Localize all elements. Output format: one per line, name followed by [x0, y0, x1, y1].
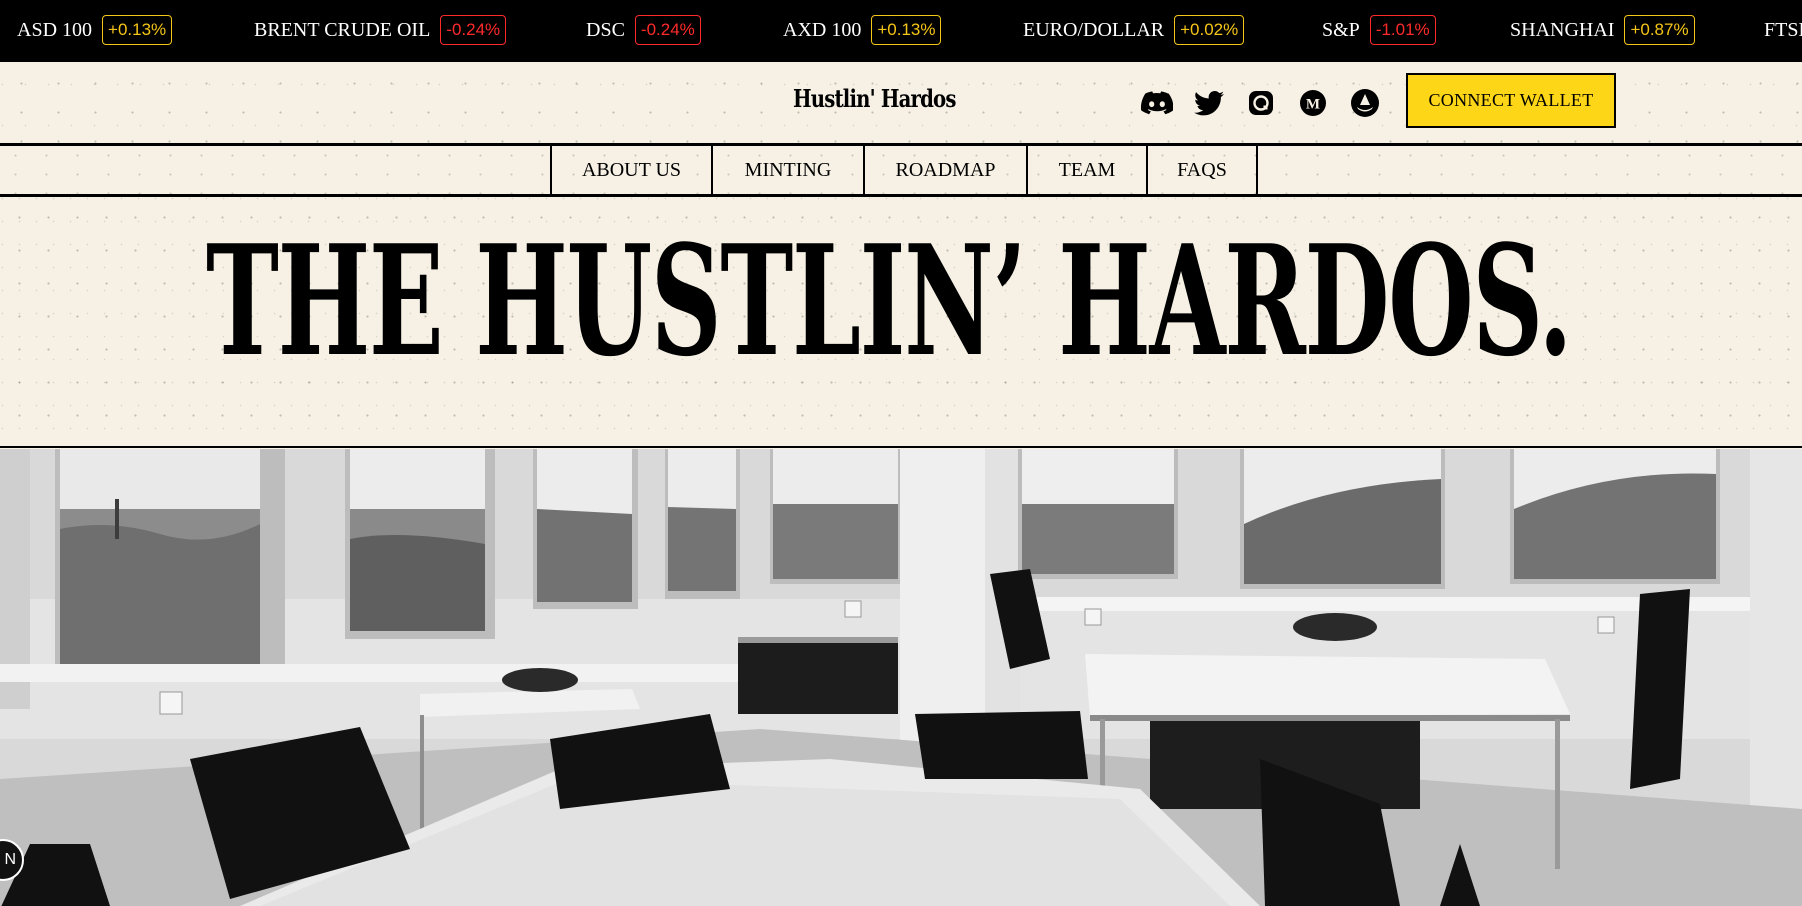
- ticker-change: +0.02%: [1174, 15, 1245, 45]
- nav-item-about-us[interactable]: ABOUT US: [550, 146, 711, 194]
- ticker-name: BRENT CRUDE OIL: [254, 18, 431, 41]
- ticker-change: +0.13%: [871, 15, 942, 45]
- nav-item-roadmap[interactable]: ROADMAP: [863, 146, 1026, 194]
- ticker-name: EURO/DOLLAR: [1023, 18, 1165, 41]
- ticker-item: EURO/DOLLAR +0.02%: [1023, 14, 1245, 46]
- hero-banner: THE HUSTLIN’ HARDOS.: [0, 197, 1802, 448]
- ticker-change: -0.24%: [440, 15, 507, 45]
- ticker-item: BRENT CRUDE OIL -0.24%: [254, 14, 507, 46]
- ticker-change: -0.24%: [634, 15, 701, 45]
- ticker-name: DSC: [586, 18, 625, 41]
- ticker-name: FTSE: [1764, 18, 1802, 41]
- brand-logo[interactable]: Hustlin' Hardos: [793, 84, 956, 113]
- ticker-item: DSC -0.24%: [586, 14, 701, 46]
- connect-wallet-button[interactable]: CONNECT WALLET: [1406, 73, 1616, 128]
- nav-item-team[interactable]: TEAM: [1026, 146, 1146, 194]
- nav-item-faqs[interactable]: FAQS: [1146, 146, 1258, 194]
- office-photo: [0, 449, 1802, 906]
- ticker-item: ASD 100 +0.13%: [17, 14, 173, 46]
- svg-text:M: M: [1306, 97, 1320, 113]
- ticker-change: +0.13%: [102, 15, 173, 45]
- ticker-name: SHANGHAI: [1510, 18, 1615, 41]
- ticker-change: +0.87%: [1624, 15, 1695, 45]
- ticker-item: SHANGHAI +0.87%: [1510, 14, 1695, 46]
- ticker-change: -1.01%: [1369, 15, 1436, 45]
- ticker-name: S&P: [1322, 18, 1360, 41]
- hero-title: THE HUSTLIN’ HARDOS.: [206, 211, 1573, 390]
- opensea-icon[interactable]: [1244, 86, 1278, 120]
- ticker-item: FTSE: [1764, 14, 1802, 46]
- nav-item-minting[interactable]: MINTING: [711, 146, 863, 194]
- site-header: Hustlin' Hardos M CONNECT WALLET: [0, 62, 1802, 144]
- ticker-name: ASD 100: [17, 18, 93, 41]
- ticker-item: AXD 100 +0.13%: [783, 14, 942, 46]
- looksrare-icon[interactable]: [1348, 86, 1382, 120]
- market-ticker: ASD 100 +0.13% BRENT CRUDE OIL -0.24% DS…: [0, 0, 1802, 62]
- twitter-icon[interactable]: [1192, 86, 1226, 120]
- ticker-item: S&P -1.01%: [1322, 14, 1436, 46]
- discord-icon[interactable]: [1140, 86, 1174, 120]
- ticker-name: AXD 100: [783, 18, 862, 41]
- main-nav: ABOUT US MINTING ROADMAP TEAM FAQS: [0, 143, 1802, 197]
- medium-icon[interactable]: M: [1296, 86, 1330, 120]
